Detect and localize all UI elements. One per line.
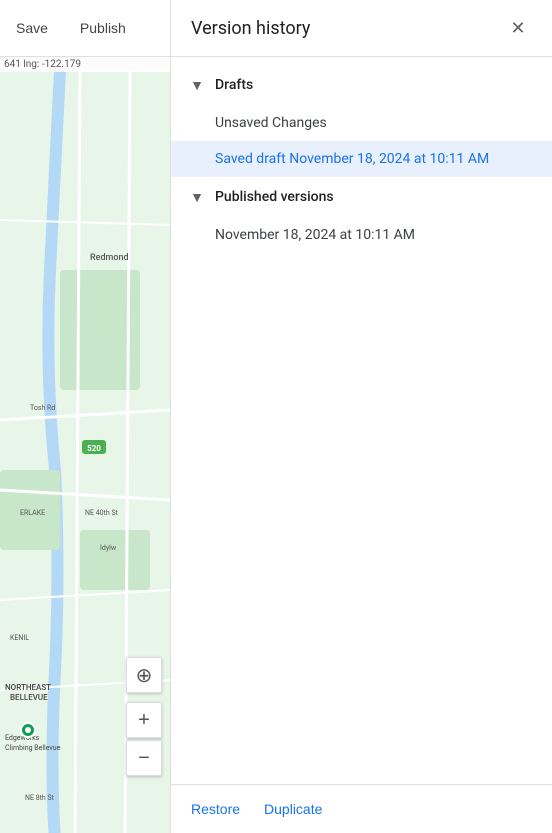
published-version-item[interactable]: November 18, 2024 at 10:11 AM [171, 217, 552, 253]
coordinates-text: 641 lng: -122.179 [4, 59, 81, 70]
svg-text:KENIL: KENIL [10, 634, 29, 642]
svg-text:Idylw: Idylw [100, 544, 117, 552]
drafts-chevron-icon: ▼ [187, 75, 207, 95]
drafts-section-header[interactable]: ▼ Drafts [171, 65, 552, 105]
svg-text:NORTHEAST: NORTHEAST [5, 683, 51, 692]
panel-title: Version history [191, 18, 310, 39]
published-section-header[interactable]: ▼ Published versions [171, 177, 552, 217]
duplicate-button[interactable]: Duplicate [264, 797, 322, 821]
panel-content: ▼ Drafts Unsaved Changes Saved draft Nov… [171, 57, 552, 784]
panel-footer: Restore Duplicate [171, 784, 552, 833]
coords-bar: 641 lng: -122.179 [0, 57, 170, 72]
published-section-title: Published versions [215, 189, 334, 205]
map-panel: Save Publish 641 lng: -122.179 520 Redmo… [0, 0, 170, 833]
svg-text:Tosh Rd: Tosh Rd [30, 404, 55, 412]
save-button[interactable]: Save [8, 16, 56, 40]
svg-text:ERLAKE: ERLAKE [20, 509, 45, 517]
unsaved-changes-item[interactable]: Unsaved Changes [171, 105, 552, 141]
close-button[interactable]: ✕ [504, 14, 532, 42]
svg-text:520: 520 [87, 444, 101, 453]
zoom-out-icon: − [138, 747, 150, 770]
close-icon: ✕ [510, 18, 525, 39]
zoom-in-icon: + [138, 709, 150, 732]
svg-text:Climbing Bellevue: Climbing Bellevue [5, 744, 61, 752]
panel-header: Version history ✕ [171, 0, 552, 57]
published-chevron-icon: ▼ [187, 187, 207, 207]
location-button[interactable]: ⊕ [126, 657, 162, 693]
location-icon: ⊕ [136, 663, 153, 688]
svg-text:BELLEVUE: BELLEVUE [10, 693, 48, 702]
svg-text:NE 8th St: NE 8th St [25, 794, 55, 802]
svg-text:Redmond: Redmond [90, 253, 129, 263]
zoom-out-button[interactable]: − [126, 740, 162, 776]
drafts-section-title: Drafts [215, 77, 253, 93]
version-history-panel: Version history ✕ ▼ Drafts Unsaved Chang… [170, 0, 552, 833]
publish-button[interactable]: Publish [72, 16, 134, 40]
svg-text:NE 40th St: NE 40th St [85, 509, 119, 517]
saved-draft-item[interactable]: Saved draft November 18, 2024 at 10:11 A… [171, 141, 552, 177]
map-toolbar: Save Publish [0, 0, 170, 57]
zoom-in-button[interactable]: + [126, 702, 162, 738]
restore-button[interactable]: Restore [191, 797, 240, 821]
